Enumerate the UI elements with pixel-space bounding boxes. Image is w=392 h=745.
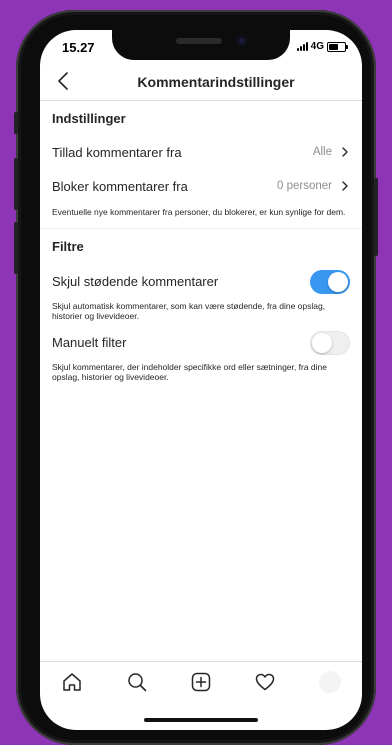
signal-icon [296, 42, 308, 51]
toggle-knob [312, 332, 332, 353]
block-comments-label: Bloker kommentarer fra [52, 178, 188, 194]
mute-switch [14, 112, 18, 134]
block-comments-description: Eventuelle nye kommentarer fra personer,… [52, 207, 346, 217]
hide-offensive-toggle[interactable] [310, 269, 350, 294]
chevron-right-icon [342, 147, 348, 157]
battery-icon [327, 41, 348, 52]
tab-bar [40, 661, 362, 702]
status-time: 15.27 [62, 40, 95, 55]
volume-up-button [14, 158, 18, 210]
tab-activity[interactable] [245, 664, 285, 700]
toggle-knob [328, 271, 348, 292]
section-title-filters: Filtre [52, 238, 84, 254]
status-indicators: 4G [296, 41, 348, 52]
manual-filter-row: Manuelt filter [40, 326, 362, 360]
chevron-right-icon [342, 181, 348, 191]
block-comments-value-group: 0 personer [277, 180, 350, 192]
hide-offensive-row: Skjul stødende kommentarer [40, 265, 362, 299]
manual-filter-description: Skjul kommentarer, der indeholder specif… [52, 361, 327, 383]
back-button[interactable] [54, 72, 72, 90]
navigation-bar: Kommentarindstillinger [40, 64, 362, 101]
tab-new-post[interactable] [181, 664, 221, 700]
heart-icon [256, 673, 275, 691]
add-post-icon [191, 672, 211, 692]
allow-comments-row[interactable]: Tillad kommentarer fra Alle [40, 135, 362, 169]
search-icon [127, 673, 146, 692]
allow-comments-value-group: Alle [313, 146, 350, 158]
section-title-settings: Indstillinger [52, 111, 126, 126]
page-title: Kommentarindstillinger [137, 74, 295, 90]
screen: 15.27 4G Kommentarindstillinger Indstill… [40, 30, 362, 730]
notch [112, 30, 290, 60]
volume-down-button [14, 222, 18, 274]
settings-content: Indstillinger Tillad kommentarer fra All… [40, 101, 362, 383]
front-camera [236, 35, 248, 47]
tab-search[interactable] [117, 664, 157, 700]
allow-comments-value: Alle [312, 146, 332, 158]
home-icon [63, 673, 81, 691]
block-comments-value: 0 personer [277, 180, 332, 192]
tab-home[interactable] [52, 664, 92, 700]
tab-profile[interactable] [310, 664, 350, 700]
profile-avatar [318, 671, 341, 693]
power-button [374, 178, 378, 256]
manual-filter-toggle[interactable] [310, 330, 350, 355]
hide-offensive-description: Skjul automatisk kommentarer, som kan væ… [52, 300, 326, 322]
manual-filter-label: Manuelt filter [52, 335, 127, 350]
chevron-left-icon [58, 72, 68, 90]
speaker-grille [176, 38, 222, 44]
home-indicator [144, 718, 258, 722]
allow-comments-label: Tillad kommentarer fra [52, 144, 182, 160]
hide-offensive-label: Skjul stødende kommentarer [52, 274, 219, 289]
block-comments-row[interactable]: Bloker kommentarer fra 0 personer [40, 169, 362, 203]
network-type: 4G [310, 41, 324, 52]
